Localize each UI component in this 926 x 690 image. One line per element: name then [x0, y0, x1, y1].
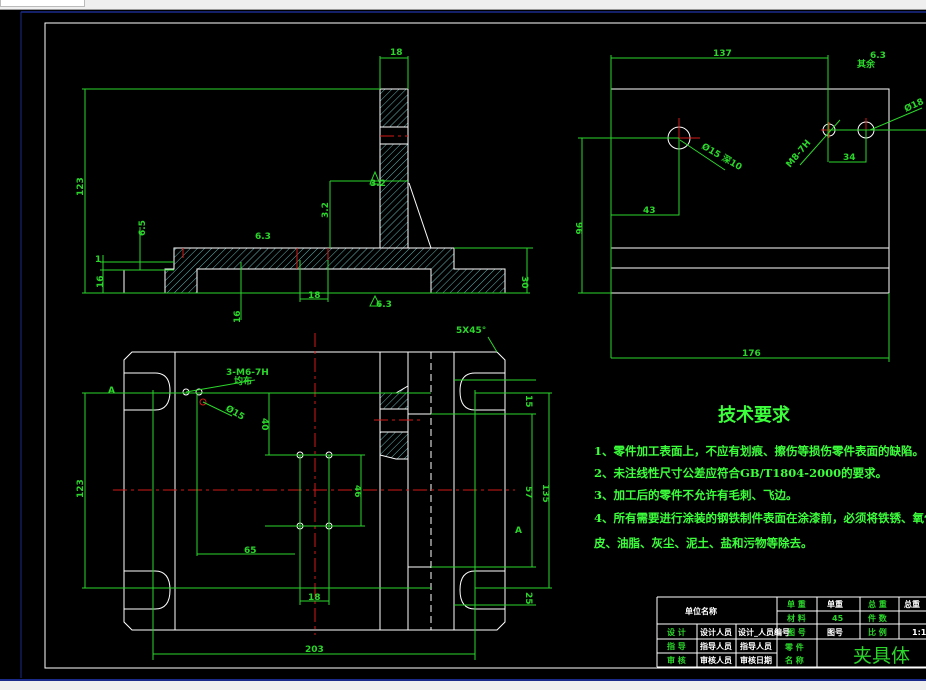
- title-block-cell: 单 重: [787, 599, 806, 609]
- title-block-cell: 总 重: [868, 599, 887, 609]
- dimension-label: A: [515, 526, 522, 536]
- title-block-cell: 设 计: [667, 627, 686, 637]
- title-block-cell: 名 称: [785, 655, 804, 665]
- title-block-cell: 设计人员: [700, 627, 732, 637]
- requirement-item: 4、所有需要进行涂装的钢铁制件表面在涂漆前，必须将铁锈、氧化: [594, 511, 926, 525]
- dimension-label: 6.3: [376, 300, 392, 310]
- dimension-label: 203: [305, 645, 324, 655]
- title-block-cell: 1:1: [912, 628, 926, 637]
- dimension-label: 176: [742, 349, 761, 359]
- part-name: 夹具体: [853, 645, 910, 667]
- technical-requirements: 技术要求 1、零件加工表面上，不应有划痕、擦伤等损伤零件表面的缺陷。 2、未注线…: [593, 404, 926, 550]
- requirement-item: 2、未注线性尺寸公差应符合GB/T1804-2000的要求。: [594, 466, 887, 480]
- title-block-cell: 审核人员: [700, 655, 732, 665]
- title-block-cell: 图号: [827, 628, 843, 637]
- dimension-label: Ø15: [224, 403, 247, 423]
- dimension-label: 其余: [857, 58, 876, 70]
- side-section-view: 18 123 6.5 1 16 6.3 3.2 3.2 18 16 30 6.3: [76, 48, 533, 323]
- dimension-label: 46: [352, 485, 362, 498]
- dimension-label: 25: [523, 592, 533, 605]
- dimension-label: 1: [95, 255, 101, 265]
- dimension-label: 34: [843, 153, 856, 163]
- dimension-label: 123: [76, 479, 86, 498]
- dimension-label: 43: [643, 206, 656, 216]
- requirements-title: 技术要求: [718, 404, 791, 426]
- title-block-cell: 材 料: [787, 613, 806, 623]
- dimension-label: Ø18: [903, 96, 926, 115]
- title-block-cell: 零 件: [784, 642, 804, 652]
- toolbar-strip: [0, 0, 926, 10]
- title-block-cell: 指导人员: [700, 641, 732, 651]
- front-view: 5X45° 3-M6-7H 均布 Ø15 40 46 65 18 203 123…: [76, 326, 552, 660]
- requirement-item: 3、加工后的零件不允许有毛刺、飞边。: [594, 488, 798, 502]
- top-plan-view: 137 176 43 34 96 Ø15 深10 M8-7H Ø18 6.3 其…: [573, 49, 926, 362]
- title-block-cell: 总重: [904, 599, 920, 609]
- requirement-item: 皮、油脂、灰尘、泥土、盐和污物等除去。: [593, 536, 813, 550]
- dimension-label: 40: [259, 418, 269, 431]
- dimension-label: 135: [540, 484, 550, 503]
- title-block-cell: 比 例: [868, 627, 887, 637]
- dimension-label: 18: [390, 48, 403, 58]
- requirement-item: 1、零件加工表面上，不应有划痕、擦伤等损伤零件表面的缺陷。: [594, 444, 924, 458]
- title-block-cell: 指 导: [667, 641, 686, 651]
- dimension-label: A: [108, 386, 115, 396]
- title-block-cell: 设计_人员编号: [738, 627, 790, 637]
- title-block-cell: 审 核: [667, 655, 686, 665]
- cad-drawing-canvas[interactable]: 18 123 6.5 1 16 6.3 3.2 3.2 18 16 30 6.3…: [0, 10, 926, 679]
- dimension-label: 137: [713, 49, 732, 59]
- title-block-cell: 单位名称: [685, 606, 717, 616]
- dimension-label: 均布: [234, 375, 252, 387]
- dimension-label: 123: [76, 177, 86, 196]
- title-block-cell: 单重: [827, 599, 843, 609]
- dimension-label: 18: [308, 593, 321, 603]
- dimension-label: 30: [519, 276, 529, 289]
- drawing-tab[interactable]: [0, 0, 85, 7]
- dimension-label: 3.2: [321, 202, 331, 218]
- dimension-label: 15: [523, 395, 533, 408]
- dimension-label: 57: [523, 486, 533, 499]
- title-block-cell: 指导人员: [740, 641, 772, 651]
- status-strip: [0, 679, 926, 690]
- title-block: 单位名称 单 重 单重 总 重 总重 材 料 45 件 数 图 号 图号 比 例…: [656, 596, 926, 668]
- title-block-cell: 件 数: [868, 613, 888, 623]
- dimension-label: 18: [308, 291, 321, 301]
- dimension-label: 5X45°: [456, 326, 486, 336]
- dimension-label: 16: [96, 275, 106, 288]
- title-block-cell: 审核日期: [740, 655, 772, 665]
- title-block-cell: 45: [832, 614, 844, 623]
- dimension-label: 6.3: [255, 232, 271, 242]
- dimension-label: 16: [233, 310, 243, 323]
- dimension-label: 65: [244, 546, 257, 556]
- dimension-label: 96: [573, 222, 583, 235]
- dimension-label: 6.5: [138, 220, 148, 236]
